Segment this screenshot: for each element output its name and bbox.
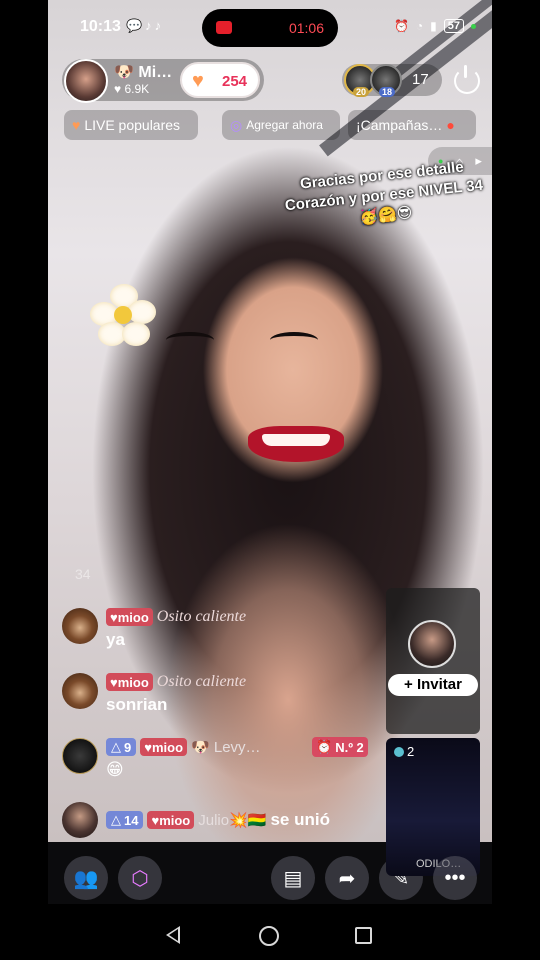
face-eye-right [270,332,318,348]
clipboard-icon: ▤ [283,867,303,890]
heart-icon: ♥ [72,117,81,133]
more-dots-icon: ••• [444,866,466,889]
face-eye-left [166,332,214,348]
user-avatar[interactable] [62,738,98,774]
chat-username[interactable]: 🐶 Levy… [191,738,261,756]
triangle-icon: △ [111,739,121,754]
wifi-icon: ◔ [415,19,424,33]
likes-button[interactable]: ♥ 254 [180,62,260,98]
screen-recording-indicator[interactable]: 01:06 [202,9,338,47]
swirl-icon: ◎ [230,116,243,133]
status-time: 10:13 [80,18,121,35]
fan-badge: ♥ mioo [140,738,188,756]
heart-icon: ♥ [144,739,152,755]
viewer-level-badge: 20 [353,87,370,97]
chat-meta: ♥ mioo Osito caliente [106,673,246,691]
level-badge: △ 14 [106,811,144,829]
plus-icon: + [404,676,413,693]
more-button[interactable]: ••• [433,856,477,900]
chat-username[interactable]: Osito caliente [157,608,246,626]
privacy-dot [471,23,476,29]
host-name: 🐶 Mi… [114,64,173,81]
host-profile-card[interactable]: 🐶 Mi… ♥ 6.9K ♥ 254 [62,59,264,103]
user-avatar[interactable] [62,802,98,838]
faded-chat-message: 34 [75,566,91,582]
campaigns-chip[interactable]: ¡Campañas… ● [348,110,476,140]
invite-button[interactable]: + Invitar [388,674,478,696]
heart-icon: ♥ [151,812,160,828]
heart-icon: ♥ [110,674,118,690]
clipboard-button[interactable]: ▤ [271,856,315,900]
fan-badge: ♥ mioo [106,673,153,691]
chat-text: 😁 [106,760,124,779]
host-avatar[interactable] [64,59,108,103]
flame-gift-icon: ● [446,117,455,133]
level-badge: △ 9 [106,738,137,756]
suggested-guest-avatar[interactable] [408,620,456,668]
viewer-avatar[interactable]: 18 [370,64,402,97]
signal-icon: ▮ [430,19,437,33]
top-viewers[interactable]: 20 18 17 [342,64,442,97]
heart-icon: ♥ [110,609,118,625]
fan-badge: ♥ mioo [106,608,153,626]
box-gift-button[interactable]: ⬡ [118,856,162,900]
recent-apps-icon[interactable] [355,927,372,944]
viewer-level-badge: 18 [379,87,396,97]
chat-username[interactable]: Osito caliente [157,673,246,691]
triangle-icon: △ [111,812,121,827]
join-text: se unió [270,810,330,829]
recording-camera-icon [216,21,232,34]
medal-icon: ⏰ [316,739,333,754]
chat-text: sonrian [106,695,168,714]
rank-badge: ⏰ N.º 2 [312,737,368,757]
status-bar: 10:13 💬♪♪ 01:06 ⏰ ◔ ▮ 57 [48,0,492,56]
face-lips [248,426,344,462]
invite-guest-panel: + Invitar [386,588,480,734]
chat-meta: △ 14 ♥ mioo Julio💥🇧🇴 se unió [106,810,330,830]
flower-decoration [90,284,156,346]
cube-icon: ⬡ [131,867,149,890]
chip-label: ¡Campañas… [356,117,443,133]
viewer-count: 17 [412,71,429,88]
live-populares-chip[interactable]: ♥ LIVE populares [64,110,198,140]
system-status-icons: ⏰ ◔ ▮ 57 [394,19,476,33]
back-icon[interactable] [166,926,180,944]
share-button[interactable]: ➦ [325,856,369,900]
fan-badge: ♥ mioo [147,811,195,829]
recording-timer: 01:06 [288,20,324,36]
guest-status-icon [394,746,404,757]
chat-meta: △ 9 ♥ mioo 🐶 Levy… [106,738,261,756]
likes-count: 254 [222,73,248,90]
home-circle-icon[interactable] [259,926,279,946]
chat-username[interactable]: Julio💥🇧🇴 [198,811,266,829]
guest-video-panel[interactable]: 2 ODILO… [386,738,480,876]
bear-avatar[interactable] [62,608,98,644]
alarm-icon: ⏰ [393,19,409,33]
battery-icon: 57 [443,19,464,33]
chip-label: Agregar ahora [246,118,323,132]
notification-app-icons: 💬♪♪ [126,18,165,33]
multi-guest-button[interactable]: 👥 [64,856,108,900]
people-icon: 👥 [73,867,99,890]
power-icon[interactable] [454,65,480,94]
chat-meta: ♥ mioo Osito caliente [106,608,246,626]
host-fans-count: ♥ 6.9K [114,82,150,96]
share-arrow-icon: ➦ [338,867,356,890]
agregar-ahora-chip[interactable]: ◎ Agregar ahora [222,110,340,140]
guest-count: 2 [394,744,414,759]
bear-avatar[interactable] [62,673,98,709]
heart-icon: ♥ [192,70,204,92]
chat-text: ya [106,630,125,649]
chip-label: LIVE populares [84,117,181,133]
